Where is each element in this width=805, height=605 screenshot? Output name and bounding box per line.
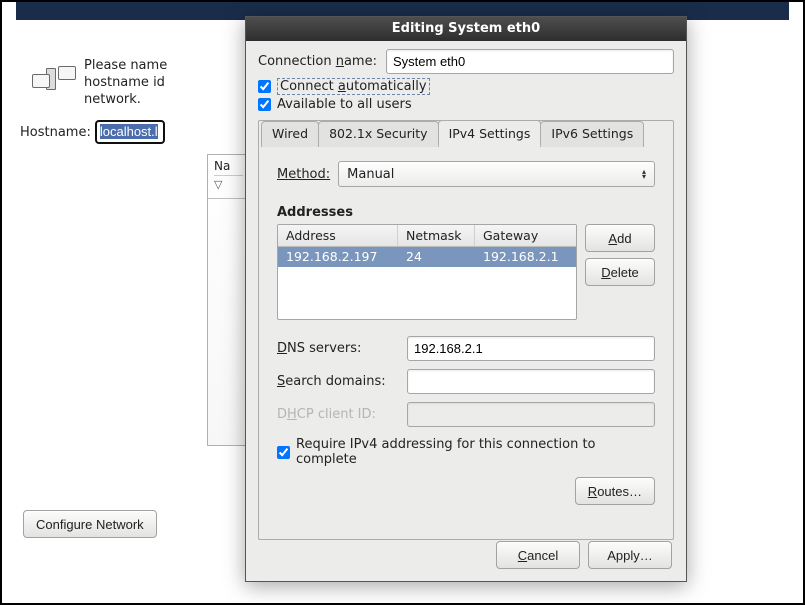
tab-8021x[interactable]: 802.1x Security [318, 121, 439, 147]
dns-servers-input[interactable] [407, 336, 655, 361]
address-row-selected[interactable]: 192.168.2.197 24 192.168.2.1 [278, 247, 576, 267]
list-header: Na [214, 159, 243, 176]
cell-netmask: 24 [398, 247, 475, 267]
text-line: hostname id [84, 75, 165, 90]
search-domains-label: Search domains: [277, 374, 403, 389]
cell-gateway: 192.168.2.1 [475, 247, 576, 267]
delete-address-button[interactable]: Delete [585, 258, 655, 286]
require-ipv4-checkbox[interactable] [277, 446, 290, 459]
add-address-button[interactable]: Add [585, 224, 655, 252]
routes-button[interactable]: Routes… [575, 477, 655, 505]
available-all-users-checkbox[interactable] [258, 98, 271, 111]
network-hosts-icon [32, 62, 74, 98]
dhcp-client-id-label: DHCP client ID: [277, 407, 403, 422]
text-line: network. [84, 92, 141, 107]
col-address[interactable]: Address [278, 225, 398, 246]
hostname-label: Hostname: [20, 125, 91, 140]
settings-tabs: Wired 802.1x Security IPv4 Settings IPv6… [258, 120, 674, 540]
method-label: Method: [277, 167, 330, 182]
connect-automatically-checkbox[interactable] [258, 80, 271, 93]
dhcp-client-id-input [407, 402, 655, 427]
text-line: Please name [84, 58, 167, 73]
tab-ipv6[interactable]: IPv6 Settings [540, 121, 644, 147]
tab-ipv4[interactable]: IPv4 Settings [438, 120, 542, 146]
background-list-fragment: Na ▽ [207, 154, 249, 446]
addresses-table[interactable]: Address Netmask Gateway 192.168.2.197 24… [277, 224, 577, 320]
connect-automatically-label: Connect automatically [277, 78, 430, 95]
search-domains-input[interactable] [407, 369, 655, 394]
addresses-heading: Addresses [277, 205, 655, 220]
cancel-button[interactable]: Cancel [496, 541, 580, 569]
available-all-users-label: Available to all users [277, 97, 412, 112]
configure-network-button[interactable]: Configure Network [23, 510, 157, 538]
dns-servers-label: DNS servers: [277, 341, 403, 356]
hostname-input[interactable] [95, 120, 165, 144]
list-sort-icon: ▽ [214, 178, 243, 191]
installer-instructions: Please name hostname id network. [84, 58, 224, 109]
connection-name-label: Connection name: [258, 54, 386, 69]
connection-name-input[interactable] [386, 49, 674, 74]
tab-wired[interactable]: Wired [261, 121, 319, 147]
ipv4-tab-content: Method: Manual ▴▾ Addresses Address Netm… [259, 147, 673, 519]
method-value: Manual [347, 167, 394, 182]
require-ipv4-label: Require IPv4 addressing for this connect… [296, 437, 655, 467]
apply-button[interactable]: Apply… [588, 541, 672, 569]
select-updown-icon: ▴▾ [642, 169, 646, 179]
col-gateway[interactable]: Gateway [475, 225, 576, 246]
installer-window: Please name hostname id network. Hostnam… [0, 0, 805, 605]
cell-address: 192.168.2.197 [278, 247, 398, 267]
col-netmask[interactable]: Netmask [398, 225, 475, 246]
dialog-title: Editing System eth0 [246, 17, 686, 41]
edit-connection-dialog: Editing System eth0 Connection name: Con… [245, 16, 687, 582]
method-select[interactable]: Manual ▴▾ [338, 161, 655, 187]
